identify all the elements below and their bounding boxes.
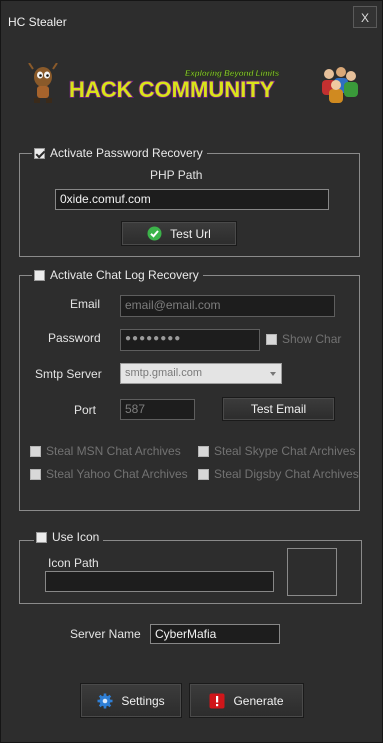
steal-yahoo-toggle[interactable]: Steal Yahoo Chat Archives: [30, 467, 188, 481]
php-path-input[interactable]: 0xide.comuf.com: [55, 189, 329, 210]
banner-tagline: Exploring Beyond Limits: [185, 69, 280, 78]
steal-skype-label: Steal Skype Chat Archives: [214, 444, 356, 458]
check-circle-icon: [147, 226, 162, 241]
password-recovery-toggle[interactable]: Activate Password Recovery: [32, 146, 207, 160]
test-url-label: Test Url: [170, 226, 211, 241]
show-char-label: Show Char: [282, 332, 342, 346]
smtp-server-select[interactable]: smtp.gmail.com: [120, 363, 282, 384]
chat-log-checkbox[interactable]: [34, 269, 45, 281]
password-input[interactable]: ●●●●●●●●: [120, 329, 260, 351]
window-title: HC Stealer: [8, 15, 67, 29]
use-icon-label: Use Icon: [52, 530, 100, 544]
main-window: HC Stealer X HACK COMMUNITY Exploring Be…: [0, 0, 383, 743]
use-icon-toggle[interactable]: Use Icon: [34, 530, 104, 544]
steal-yahoo-checkbox[interactable]: [30, 468, 41, 480]
settings-button[interactable]: Settings: [80, 683, 182, 718]
chat-log-toggle[interactable]: Activate Chat Log Recovery: [32, 268, 203, 282]
password-label: Password: [48, 331, 101, 345]
steal-skype-toggle[interactable]: Steal Skype Chat Archives: [198, 444, 355, 458]
steal-yahoo-label: Steal Yahoo Chat Archives: [46, 467, 188, 481]
steal-msn-label: Steal MSN Chat Archives: [46, 444, 181, 458]
close-icon: X: [360, 11, 369, 25]
use-icon-checkbox[interactable]: [36, 531, 47, 543]
server-name-input[interactable]: CyberMafia: [150, 624, 280, 644]
smtp-server-value: smtp.gmail.com: [125, 367, 203, 379]
gear-icon: [97, 693, 113, 709]
close-button[interactable]: X: [353, 6, 377, 28]
generate-label: Generate: [233, 693, 284, 708]
show-char-toggle[interactable]: Show Char: [266, 332, 341, 346]
steal-digsby-label: Steal Digsby Chat Archives: [214, 467, 359, 481]
steal-msn-toggle[interactable]: Steal MSN Chat Archives: [30, 444, 181, 458]
title-bar: HC Stealer X: [1, 1, 382, 35]
port-input[interactable]: 587: [120, 399, 195, 420]
banner-art: HACK COMMUNITY Exploring Beyond Limits: [28, 62, 358, 103]
icon-path-label: Icon Path: [48, 556, 99, 570]
email-input[interactable]: email@email.com: [120, 295, 335, 317]
steal-digsby-toggle[interactable]: Steal Digsby Chat Archives: [198, 467, 359, 481]
email-label: Email: [70, 297, 101, 311]
server-name-label: Server Name: [70, 627, 141, 641]
users-group-icon: [322, 67, 358, 103]
chat-log-label: Activate Chat Log Recovery: [50, 268, 199, 282]
smtp-server-label: Smtp Server: [35, 367, 102, 381]
password-recovery-checkbox[interactable]: [34, 147, 45, 159]
steal-digsby-checkbox[interactable]: [198, 468, 209, 480]
icon-path-input[interactable]: [45, 571, 274, 592]
test-email-label: Test Email: [250, 402, 307, 416]
settings-label: Settings: [121, 693, 165, 708]
password-recovery-label: Activate Password Recovery: [50, 146, 203, 160]
icon-preview-box[interactable]: [287, 548, 337, 596]
chevron-down-icon: [270, 372, 276, 376]
test-url-button[interactable]: Test Url: [121, 221, 237, 246]
banner-title: HACK COMMUNITY: [69, 77, 275, 102]
php-path-label: PHP Path: [150, 168, 203, 182]
port-label: Port: [74, 403, 97, 417]
test-email-button[interactable]: Test Email: [222, 397, 335, 421]
show-char-checkbox[interactable]: [266, 333, 277, 345]
steal-skype-checkbox[interactable]: [198, 445, 209, 457]
warning-icon: [209, 693, 225, 709]
alien-mascot-icon: [28, 62, 58, 103]
steal-msn-checkbox[interactable]: [30, 445, 41, 457]
banner: HACK COMMUNITY Exploring Beyond Limits: [25, 62, 360, 107]
generate-button[interactable]: Generate: [189, 683, 304, 718]
